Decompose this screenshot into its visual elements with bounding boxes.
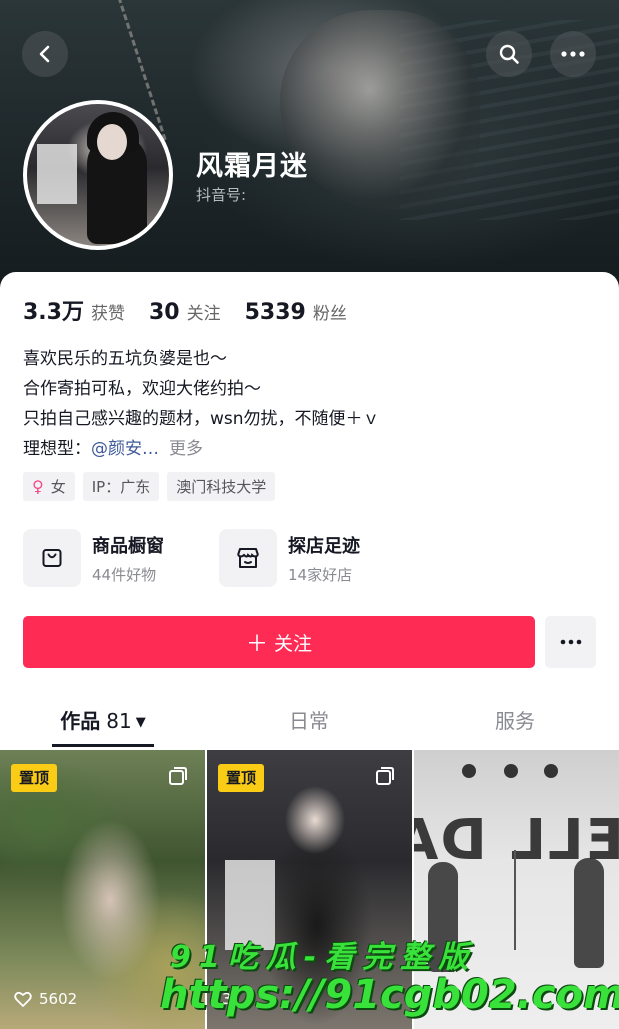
tab-services[interactable]: 服务 xyxy=(412,700,618,748)
stat-label: 关注 xyxy=(186,304,221,324)
nickname: 风霜月迷 xyxy=(196,151,308,182)
bio: 喜欢民乐的五坑负婆是也～ 合作寄拍可私，欢迎大佬约拍～ 只拍自己感兴趣的题材，w… xyxy=(23,344,380,464)
tab-daily[interactable]: 日常 xyxy=(206,700,412,748)
bio-line: 喜欢民乐的五坑负婆是也～ xyxy=(23,349,227,369)
stat-value: 5339 xyxy=(244,300,306,325)
more-dots-icon xyxy=(560,639,581,645)
tab-label: 作品 xyxy=(60,709,101,733)
mention-link[interactable]: @颜安… xyxy=(91,439,159,459)
multi-image-icon xyxy=(376,767,394,785)
shortcut-subtitle: 44件好物 xyxy=(92,565,157,584)
tab-count: 81 xyxy=(106,709,132,733)
bio-line: 理想型：@颜安… 更多 xyxy=(23,434,380,464)
tab-works[interactable]: 作品 81 ▼ xyxy=(0,700,206,748)
shortcut-title: 商品橱窗 xyxy=(92,535,164,557)
thumb-mic-stand xyxy=(514,850,516,950)
heart-icon xyxy=(14,991,32,1007)
stat-value: 30 xyxy=(148,300,180,325)
stat-value: 3.3万 xyxy=(23,300,84,325)
back-button[interactable] xyxy=(22,31,68,77)
active-tab-indicator xyxy=(52,744,154,747)
banner-figure xyxy=(280,10,480,210)
content-tabs: 作品 81 ▼ 日常 服务 xyxy=(0,700,619,748)
pinned-badge: 置顶 xyxy=(218,764,265,792)
shortcut-title: 探店足迹 xyxy=(288,535,360,557)
ip-tag: IP：广东 xyxy=(82,472,160,501)
stats-row: 3.3万 获赞 30 关注 5339 粉丝 xyxy=(23,294,371,326)
profile-tags: ♀ 女 IP：广东 澳门科技大学 xyxy=(23,472,283,501)
pinned-badge: 置顶 xyxy=(11,764,58,792)
gender-label: 女 xyxy=(50,478,66,496)
video-like-count: 5602 xyxy=(14,990,77,1008)
follow-label: 关注 xyxy=(274,632,313,655)
female-icon: ♀ xyxy=(32,477,44,496)
douyin-id[interactable]: 抖音号: xyxy=(196,184,246,205)
multi-image-icon xyxy=(169,767,187,785)
search-button[interactable] xyxy=(486,31,532,77)
search-icon xyxy=(499,44,519,64)
follow-button[interactable]: ＋ 关注 xyxy=(23,616,535,668)
shop-window-entry[interactable]: 商品橱窗 44件好物 xyxy=(23,529,219,587)
watermark-url: https://91cgb02.com xyxy=(160,972,619,1018)
avatar-bg-face xyxy=(97,124,127,160)
stat-label: 获赞 xyxy=(90,304,125,324)
plus-icon: ＋ xyxy=(245,632,268,657)
follow-more-button[interactable] xyxy=(545,616,596,668)
school-tag[interactable]: 澳门科技大学 xyxy=(167,472,276,501)
store-visits-entry[interactable]: 探店足迹 14家好店 xyxy=(219,529,415,587)
storefront-icon xyxy=(219,529,277,587)
shopping-bag-icon xyxy=(23,529,81,587)
gender-tag: ♀ 女 xyxy=(23,472,75,501)
chevron-left-icon xyxy=(39,45,50,63)
shortcut-subtitle: 14家好店 xyxy=(288,565,353,584)
stat-followers[interactable]: 5339 粉丝 xyxy=(245,299,347,325)
more-options-button[interactable] xyxy=(550,31,596,77)
stat-following[interactable]: 30 关注 xyxy=(149,299,221,325)
bio-line: 合作寄拍可私，欢迎大佬约拍～ xyxy=(23,379,261,399)
thumb-lamp xyxy=(544,764,558,778)
stat-likes[interactable]: 3.3万 获赞 xyxy=(23,294,125,326)
bio-prefix: 理想型： xyxy=(23,439,91,459)
more-dots-icon xyxy=(561,51,585,57)
avatar[interactable] xyxy=(23,100,173,250)
caret-down-icon: ▼ xyxy=(135,715,146,730)
stat-label: 粉丝 xyxy=(312,304,347,324)
avatar-bg-shelf xyxy=(37,144,77,204)
thumb-lamp xyxy=(504,764,518,778)
shortcut-row: 商品橱窗 44件好物 探店足迹 14家好店 xyxy=(23,529,415,587)
thumb-dancer xyxy=(574,858,604,968)
bio-more-link[interactable]: 更多 xyxy=(169,439,203,459)
bio-line: 只拍自己感兴趣的题材，wsn勿扰，不随便＋ｖ xyxy=(23,409,380,429)
thumb-lamp xyxy=(462,764,476,778)
like-count: 5602 xyxy=(39,990,78,1008)
watermark-line1: 91吃瓜-看完整版 xyxy=(170,940,477,975)
